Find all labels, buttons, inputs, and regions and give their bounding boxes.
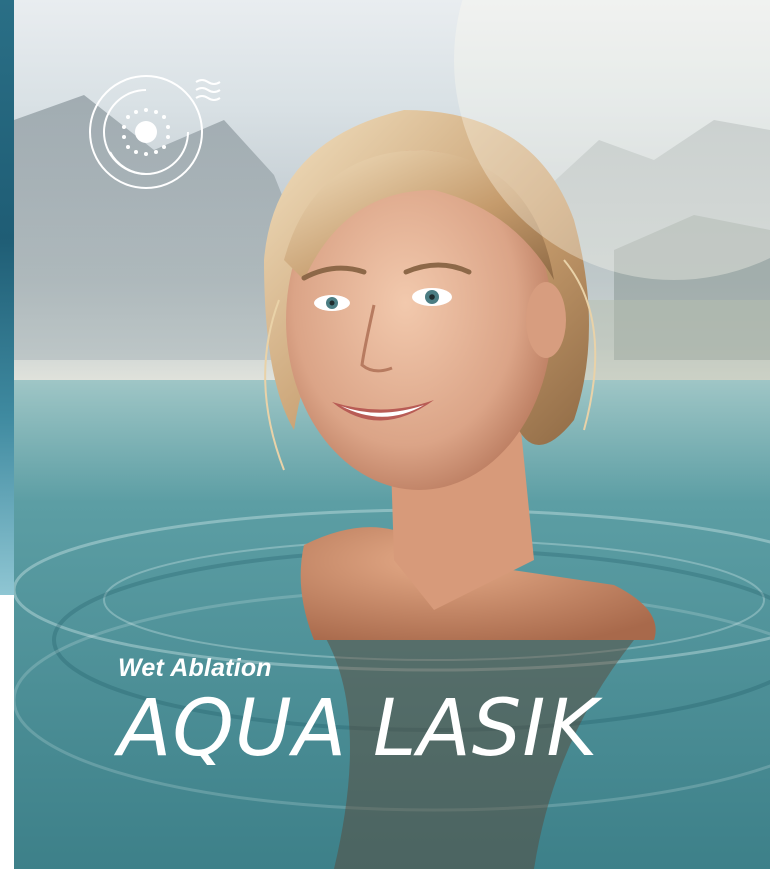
previous-slide-edge[interactable] [0,0,14,595]
hero-title: AQUA LASIK [118,684,599,774]
hero-subtitle: Wet Ablation [118,654,272,682]
hero-banner: Wet Ablation AQUA LASIK [14,0,770,869]
eye-waves-logo-icon [89,75,221,189]
